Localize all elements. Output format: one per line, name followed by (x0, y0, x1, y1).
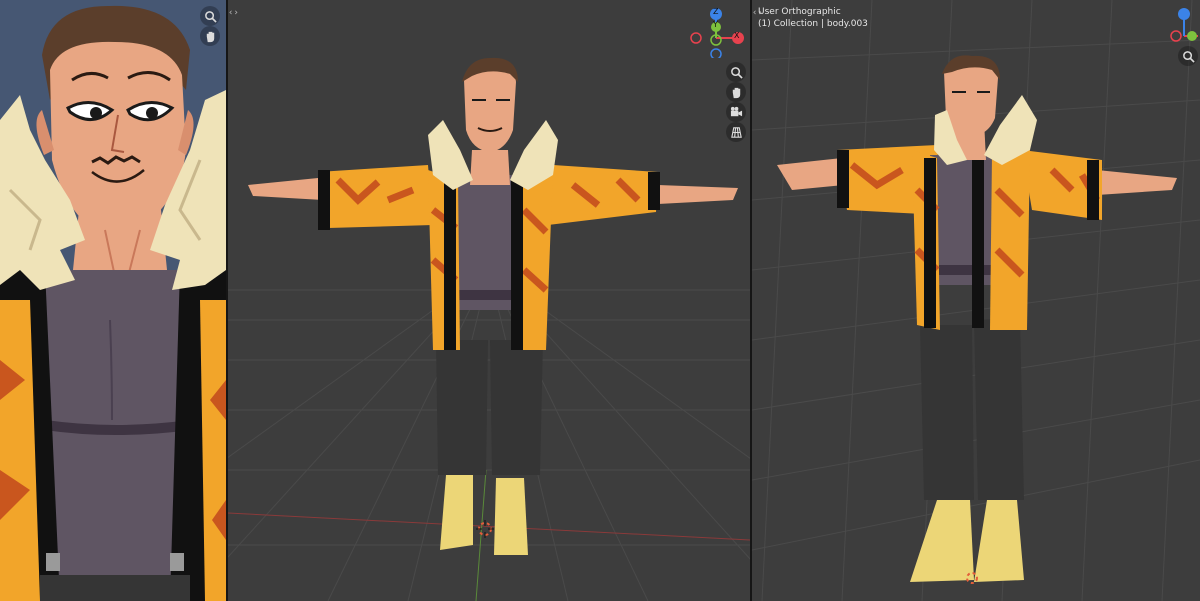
character-closeup-render (0, 0, 226, 601)
collapse-arrow-icon[interactable]: ‹› (228, 8, 239, 18)
character-ortho-render (752, 0, 1200, 601)
viewport-view-label: User Orthographic (758, 7, 841, 17)
collapse-arrow-icon[interactable]: ‹› (752, 8, 763, 18)
gizmo-z-label: Z (713, 7, 719, 16)
camera-closeup-viewport[interactable] (0, 0, 226, 601)
gizmo-y-label: Y (713, 20, 718, 29)
grid-icon[interactable] (726, 122, 746, 142)
zoom-icon[interactable] (1178, 46, 1198, 66)
hand-pan-icon[interactable] (726, 82, 746, 102)
front-viewport[interactable]: X Z Y (228, 0, 750, 601)
hand-pan-icon[interactable] (200, 26, 220, 46)
3d-cursor-icon[interactable] (476, 520, 494, 538)
character-front-render (228, 0, 750, 601)
zoom-icon[interactable] (200, 6, 220, 26)
user-orthographic-viewport[interactable]: User Orthographic (1) Collection | body.… (752, 0, 1200, 601)
navigation-gizmo[interactable]: X Z Y (688, 6, 748, 60)
3d-cursor-icon[interactable] (964, 570, 980, 586)
camera-icon[interactable] (726, 102, 746, 122)
viewport-collection-label: (1) Collection | body.003 (758, 19, 868, 29)
zoom-icon[interactable] (726, 62, 746, 82)
gizmo-x-label: X (734, 31, 740, 40)
